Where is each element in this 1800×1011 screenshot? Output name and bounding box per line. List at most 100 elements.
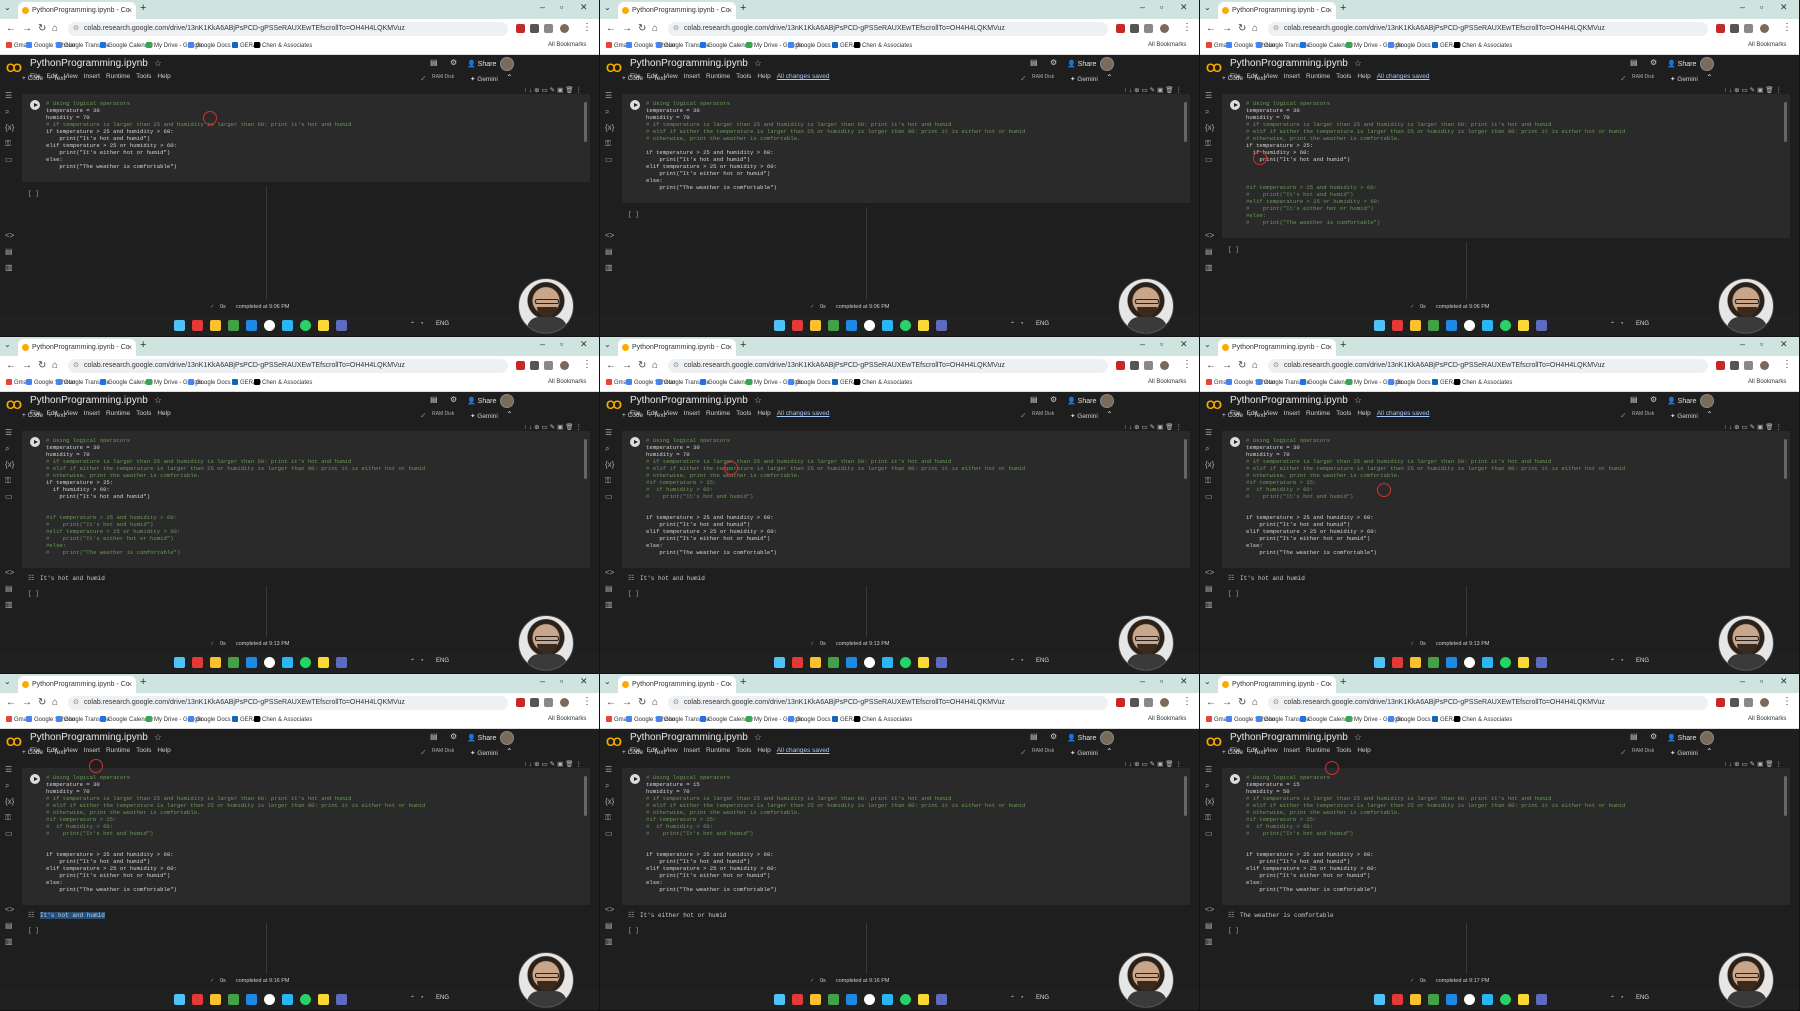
settings-gear-icon[interactable]: ⚙ — [1050, 58, 1057, 67]
code-line[interactable]: # Using logical operators — [646, 774, 1025, 781]
url-input[interactable]: ⊙ colab.research.google.com/drive/13nK1K… — [68, 696, 508, 710]
tray-chevron-icon[interactable]: ⌃ — [1610, 321, 1615, 328]
toc-icon[interactable]: ☰ — [1205, 428, 1212, 437]
tray-chevron-icon[interactable]: ⌃ — [1010, 321, 1015, 328]
share-button[interactable]: 👤 Share — [1062, 732, 1101, 744]
code-line[interactable]: # Using logical operators — [1246, 100, 1625, 107]
code-snippets-icon[interactable]: <> — [5, 905, 14, 914]
close-tab-icon[interactable]: × — [727, 2, 732, 19]
browser-menu-icon[interactable]: ⋮ — [1182, 359, 1192, 370]
app-icon[interactable] — [828, 994, 839, 1005]
all-bookmarks-button[interactable]: All Bookmarks — [1148, 379, 1186, 385]
chrome-icon[interactable] — [864, 657, 875, 668]
url-input[interactable]: ⊙ colab.research.google.com/drive/13nK1K… — [1268, 22, 1708, 36]
app-icon[interactable] — [246, 320, 257, 331]
star-icon[interactable]: ☆ — [754, 395, 762, 405]
code-line[interactable]: humidity = 70 — [46, 114, 351, 121]
output-menu-icon[interactable]: ☷ — [1228, 574, 1234, 583]
output-menu-icon[interactable]: ☷ — [28, 574, 34, 583]
secrets-key-icon[interactable]: ⚿ — [605, 476, 611, 486]
code-line[interactable]: if temperature > 25 and humidity > 60: — [646, 149, 1025, 156]
app-icon[interactable] — [846, 320, 857, 331]
site-info-icon[interactable]: ⊙ — [673, 359, 679, 373]
code-line[interactable]: # print("It's either hot or humid") — [1246, 205, 1625, 212]
code-editor[interactable]: # Using logical operators temperature = 3… — [46, 100, 351, 170]
reload-icon[interactable]: ↻ — [38, 697, 46, 708]
run-cell-button[interactable] — [630, 774, 640, 784]
bookmark-item[interactable]: Google Docs — [1388, 379, 1431, 386]
code-line[interactable]: #if temperature > 25 and humidity > 60: — [46, 514, 425, 521]
chrome-icon[interactable] — [264, 320, 275, 331]
browser-menu-icon[interactable]: ⋮ — [582, 696, 592, 707]
add-text-button[interactable]: + Text — [1248, 412, 1265, 419]
browser-tab[interactable]: PythonProgramming.ipynb - Co × — [18, 339, 136, 356]
cell-toolbar[interactable]: ↑↓⊕▭✎▣🗑⋮ — [524, 86, 584, 94]
code-cell[interactable]: ↑↓⊕▭✎▣🗑⋮ # Using logical operators temper… — [1222, 424, 1790, 568]
language-indicator[interactable]: ENG — [436, 995, 449, 1001]
notebook-title[interactable]: PythonProgramming.ipynb ☆ — [30, 58, 162, 69]
app-icon[interactable] — [936, 320, 947, 331]
code-line[interactable] — [46, 507, 425, 514]
forward-icon[interactable]: → — [1222, 360, 1232, 371]
command-palette-icon[interactable]: ▤ — [1205, 584, 1213, 593]
maximize-icon[interactable]: ▫ — [1760, 676, 1763, 686]
site-info-icon[interactable]: ⊙ — [1273, 22, 1279, 36]
browser-tab[interactable]: PythonProgramming.ipynb - Co × — [1218, 339, 1336, 356]
tab-search-icon[interactable]: ⌄ — [604, 677, 611, 686]
app-icon[interactable] — [336, 657, 347, 668]
app-icon[interactable] — [282, 994, 293, 1005]
code-line[interactable]: temperature = 30 — [1246, 444, 1625, 451]
toc-icon[interactable]: ☰ — [5, 765, 12, 774]
profile-avatar[interactable] — [1760, 361, 1769, 370]
secrets-key-icon[interactable]: ⚿ — [1205, 813, 1211, 823]
add-text-button[interactable]: + Text — [648, 412, 665, 419]
maximize-icon[interactable]: ▫ — [1160, 339, 1163, 349]
expand-icon[interactable]: ⌃ — [1106, 410, 1113, 419]
reload-icon[interactable]: ↻ — [1238, 360, 1246, 371]
star-icon[interactable]: ☆ — [154, 58, 162, 68]
language-indicator[interactable]: ENG — [436, 658, 449, 664]
app-icon[interactable] — [918, 320, 929, 331]
profile-avatar[interactable] — [1160, 24, 1169, 33]
close-tab-icon[interactable]: × — [727, 339, 732, 356]
app-icon[interactable] — [1482, 994, 1493, 1005]
expand-icon[interactable]: ⌃ — [1106, 747, 1113, 756]
file-explorer-icon[interactable] — [1410, 994, 1421, 1005]
extension-icon[interactable] — [516, 698, 525, 707]
code-line[interactable]: if temperature > 25 and humidity > 60: — [646, 514, 1025, 521]
tab-search-icon[interactable]: ⌄ — [1204, 677, 1211, 686]
bookmark-item[interactable]: Chen & Associates — [854, 716, 912, 723]
secrets-key-icon[interactable]: ⚿ — [605, 813, 611, 823]
extension-icon[interactable] — [1116, 361, 1125, 370]
cell-scrollbar[interactable] — [1184, 102, 1187, 142]
search-icon[interactable]: ⌕ — [5, 781, 9, 791]
cell-toolbar[interactable]: ↑↓⊕▭✎▣🗑⋮ — [1124, 86, 1184, 94]
code-snippets-icon[interactable]: <> — [5, 231, 14, 240]
bookmark-item[interactable]: Chen & Associates — [1454, 716, 1512, 723]
extensions-icon[interactable] — [1144, 24, 1153, 33]
code-line[interactable]: #if temperature > 25: — [646, 816, 1025, 823]
maximize-icon[interactable]: ▫ — [1160, 676, 1163, 686]
code-line[interactable] — [646, 142, 1025, 149]
home-icon[interactable]: ⌂ — [652, 360, 658, 371]
add-code-button[interactable]: + Code — [622, 75, 643, 82]
terminal-icon[interactable]: ▥ — [1205, 937, 1213, 946]
star-icon[interactable]: ☆ — [1354, 58, 1362, 68]
code-line[interactable]: # if temperature is larger than 25 and h… — [646, 121, 1025, 128]
code-line[interactable]: #elif temperature > 25 or humidity > 60: — [1246, 198, 1625, 205]
app-icon[interactable] — [282, 320, 293, 331]
terminal-icon[interactable]: ▥ — [1205, 263, 1213, 272]
site-info-icon[interactable]: ⊙ — [1273, 359, 1279, 373]
variables-icon[interactable]: {x} — [1205, 123, 1214, 132]
output-menu-icon[interactable]: ☷ — [628, 574, 634, 583]
code-line[interactable]: print("It's either hot or humid") — [646, 170, 1025, 177]
app-icon[interactable] — [936, 657, 947, 668]
code-line[interactable]: humidity = 70 — [646, 114, 1025, 121]
bookmark-item[interactable]: Google Docs — [788, 379, 831, 386]
reload-icon[interactable]: ↻ — [638, 23, 646, 34]
terminal-icon[interactable]: ▥ — [605, 600, 613, 609]
expand-icon[interactable]: ⌃ — [506, 747, 513, 756]
bookmark-item[interactable]: Chen & Associates — [254, 379, 312, 386]
search-icon[interactable]: ⌕ — [1205, 107, 1209, 117]
extensions-icon[interactable] — [544, 361, 553, 370]
